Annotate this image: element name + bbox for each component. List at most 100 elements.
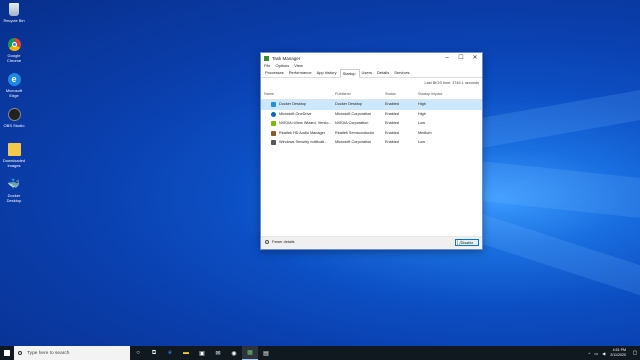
store-icon: ▣ <box>199 350 205 357</box>
row-name: Windows Security notificati... <box>279 140 328 144</box>
taskbar-edge[interactable]: e <box>162 346 178 360</box>
tab-bar: Processes Performance App history Startu… <box>261 69 482 78</box>
column-header-startup-impact[interactable]: Startup impact <box>418 92 442 96</box>
taskbar-file-explorer[interactable]: ▬ <box>178 346 194 360</box>
minimize-button[interactable]: – <box>440 53 454 63</box>
chrome-icon <box>7 38 21 51</box>
maximize-button[interactable]: ☐ <box>454 53 468 63</box>
title-bar[interactable]: Task Manager – ☐ ✕ <box>261 53 482 63</box>
search-placeholder: Type here to search <box>27 350 70 356</box>
row-publisher: Microsoft Corporation <box>335 140 372 144</box>
row-name: Realtek HD Audio Manager <box>279 130 326 135</box>
desktop-icon-chrome[interactable]: Google Chrome <box>2 38 26 71</box>
volume-icon[interactable]: ◀ <box>602 351 605 356</box>
taskbar-mail[interactable]: ✉ <box>210 346 226 360</box>
table-row[interactable]: Docker Desktop Docker Desktop Enabled Hi… <box>261 100 482 110</box>
docker-icon <box>271 102 276 107</box>
row-name: Docker Desktop <box>279 102 307 106</box>
app-icon: ▤ <box>263 350 269 357</box>
column-header-status[interactable]: Status <box>385 92 396 96</box>
desktop-icon-label: OBS Studio <box>3 123 25 128</box>
desktop-icons: Recycle Bin Google Chrome e Microsoft Ed… <box>2 2 26 213</box>
recycle-bin-icon <box>9 3 19 16</box>
column-header-row: Name Publisher Status Startup impact <box>261 89 482 100</box>
row-publisher: Docker Desktop <box>335 102 363 106</box>
tab-performance[interactable]: Performance <box>287 69 315 77</box>
clock-date: 2/11/2020 <box>610 353 626 357</box>
nvidia-icon <box>271 121 276 126</box>
task-manager-icon: ▦ <box>247 350 253 356</box>
row-status: Enabled <box>385 102 399 106</box>
table-row[interactable]: Microsoft OneDrive Microsoft Corporation… <box>261 110 482 120</box>
notification-icon[interactable]: ▢ <box>630 350 640 356</box>
obs-icon: ◉ <box>231 350 237 357</box>
table-row[interactable]: Windows Security notificati... Microsoft… <box>261 138 482 148</box>
desktop-icon-folder[interactable]: Downloaded Images <box>2 143 26 176</box>
task-view-button[interactable]: ⧉ <box>146 346 162 360</box>
cortana-button[interactable]: ○ <box>130 346 146 360</box>
tab-startup[interactable]: Startup <box>339 69 360 78</box>
mouse-cursor-icon <box>458 240 461 246</box>
tab-users[interactable]: Users <box>360 69 375 77</box>
clock[interactable]: 4:51 PM 2/11/2020 <box>610 348 626 357</box>
tab-processes[interactable]: Processes <box>263 69 287 77</box>
system-tray: ^ ▭ ◀ 4:51 PM 2/11/2020 ▢ <box>587 346 640 360</box>
row-publisher: NVIDIA Corporation <box>335 121 369 125</box>
row-publisher: Realtek Semiconductor <box>335 130 375 135</box>
speaker-icon <box>271 130 276 136</box>
cortana-icon: ○ <box>136 350 140 356</box>
obs-icon <box>7 108 21 121</box>
row-impact: High <box>418 102 426 106</box>
wallpaper-beam <box>470 90 640 150</box>
start-button[interactable] <box>0 346 14 360</box>
desktop-icon-label: Recycle Bin <box>3 18 25 23</box>
desktop-icon-label: Google Chrome <box>6 53 22 63</box>
folder-icon <box>7 143 21 156</box>
desktop-icon-recycle-bin[interactable]: Recycle Bin <box>2 3 26 36</box>
task-manager-icon <box>264 55 269 61</box>
shield-icon <box>271 140 276 145</box>
row-status: Enabled <box>385 111 399 116</box>
row-name: NVIDIA nView Wizard, Versio... <box>279 121 332 125</box>
taskbar-obs[interactable]: ◉ <box>226 346 242 360</box>
row-publisher: Microsoft Corporation <box>335 111 372 116</box>
windows-logo-icon <box>4 350 10 356</box>
tab-details[interactable]: Details <box>375 69 392 77</box>
chevron-up-icon[interactable]: ^ <box>589 351 591 356</box>
onedrive-icon <box>271 111 276 117</box>
row-impact: Medium <box>418 130 432 135</box>
wallpaper-beam <box>470 160 640 218</box>
taskbar-task-manager[interactable]: ▦ <box>242 346 258 360</box>
tab-app-history[interactable]: App history <box>315 69 340 77</box>
fewer-details-button[interactable]: Fewer details <box>265 240 295 244</box>
network-icon[interactable]: ▭ <box>594 351 598 356</box>
row-status: Enabled <box>385 121 399 125</box>
mail-icon: ✉ <box>215 350 221 357</box>
desktop-icon-obs[interactable]: OBS Studio <box>2 108 26 141</box>
column-header-name[interactable]: Name <box>264 92 274 96</box>
row-impact: Low <box>418 121 425 125</box>
tab-services[interactable]: Services <box>392 69 412 77</box>
edge-icon: e <box>7 73 21 86</box>
table-row[interactable]: Realtek HD Audio Manager Realtek Semicon… <box>261 129 482 139</box>
task-view-icon: ⧉ <box>151 349 157 356</box>
desktop-icon-docker[interactable]: 🐳 Docker Desktop <box>2 178 26 211</box>
row-impact: Low <box>418 140 425 144</box>
docker-icon: 🐳 <box>7 179 21 190</box>
desktop-icon-label: Downloaded Images <box>2 158 26 168</box>
edge-icon: e <box>168 350 172 356</box>
search-icon <box>18 351 22 355</box>
table-row[interactable]: NVIDIA nView Wizard, Versio... NVIDIA Co… <box>261 119 482 129</box>
window-footer: Fewer details Disable <box>261 236 482 249</box>
taskbar-store[interactable]: ▣ <box>194 346 210 360</box>
taskbar-search-box[interactable]: Type here to search <box>14 346 130 360</box>
chevron-up-icon <box>265 240 269 244</box>
folder-icon: ▬ <box>183 350 189 356</box>
desktop-icon-edge[interactable]: e Microsoft Edge <box>2 73 26 106</box>
column-header-publisher[interactable]: Publisher <box>335 92 351 96</box>
row-name: Microsoft OneDrive <box>279 111 312 116</box>
taskbar-app[interactable]: ▤ <box>258 346 274 360</box>
wallpaper-beam <box>470 210 640 296</box>
window-title: Task Manager <box>272 55 301 61</box>
close-button[interactable]: ✕ <box>468 53 482 63</box>
